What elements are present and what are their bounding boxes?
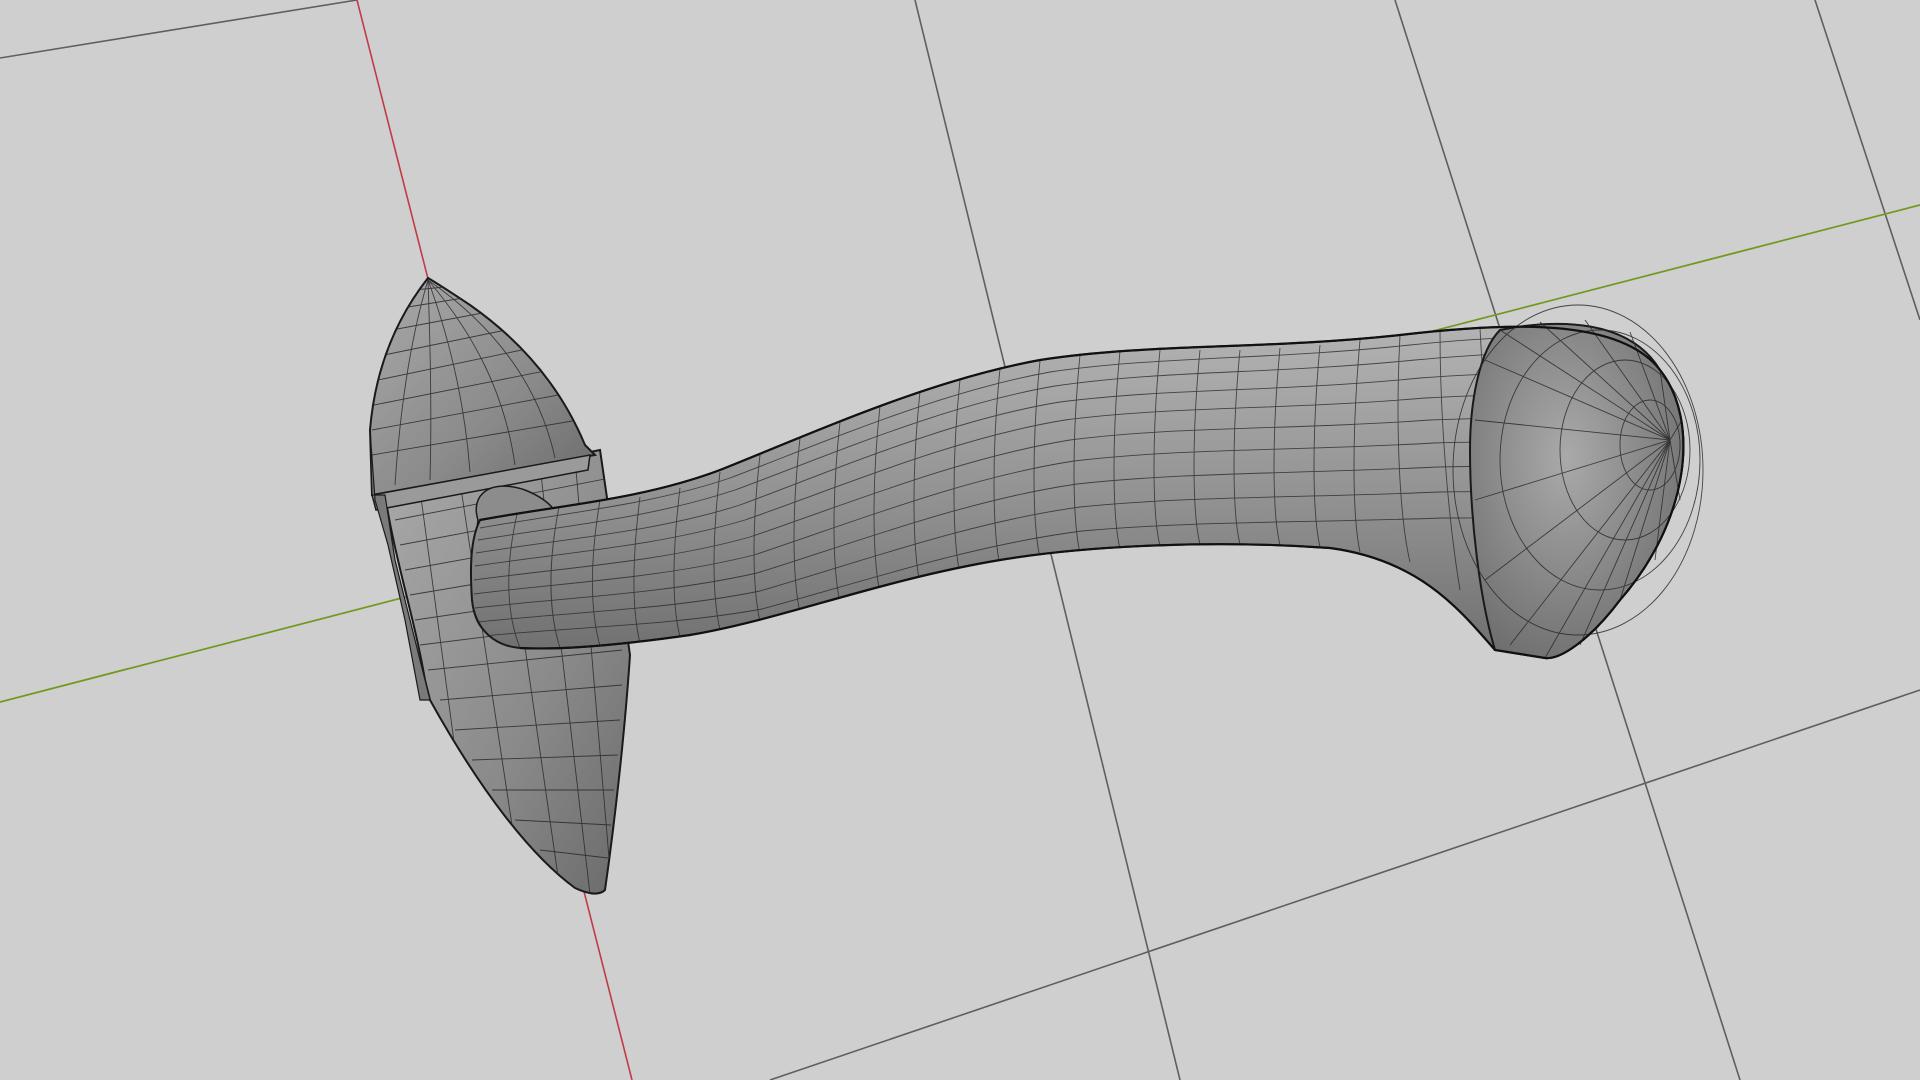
3d-viewport[interactable] bbox=[0, 0, 1920, 1080]
mesh-object[interactable] bbox=[368, 276, 1704, 895]
handle-tip[interactable] bbox=[1452, 304, 1704, 660]
flange-upper[interactable] bbox=[368, 276, 598, 511]
handle-body[interactable] bbox=[469, 304, 1704, 660]
viewport-canvas[interactable] bbox=[0, 0, 1920, 1080]
